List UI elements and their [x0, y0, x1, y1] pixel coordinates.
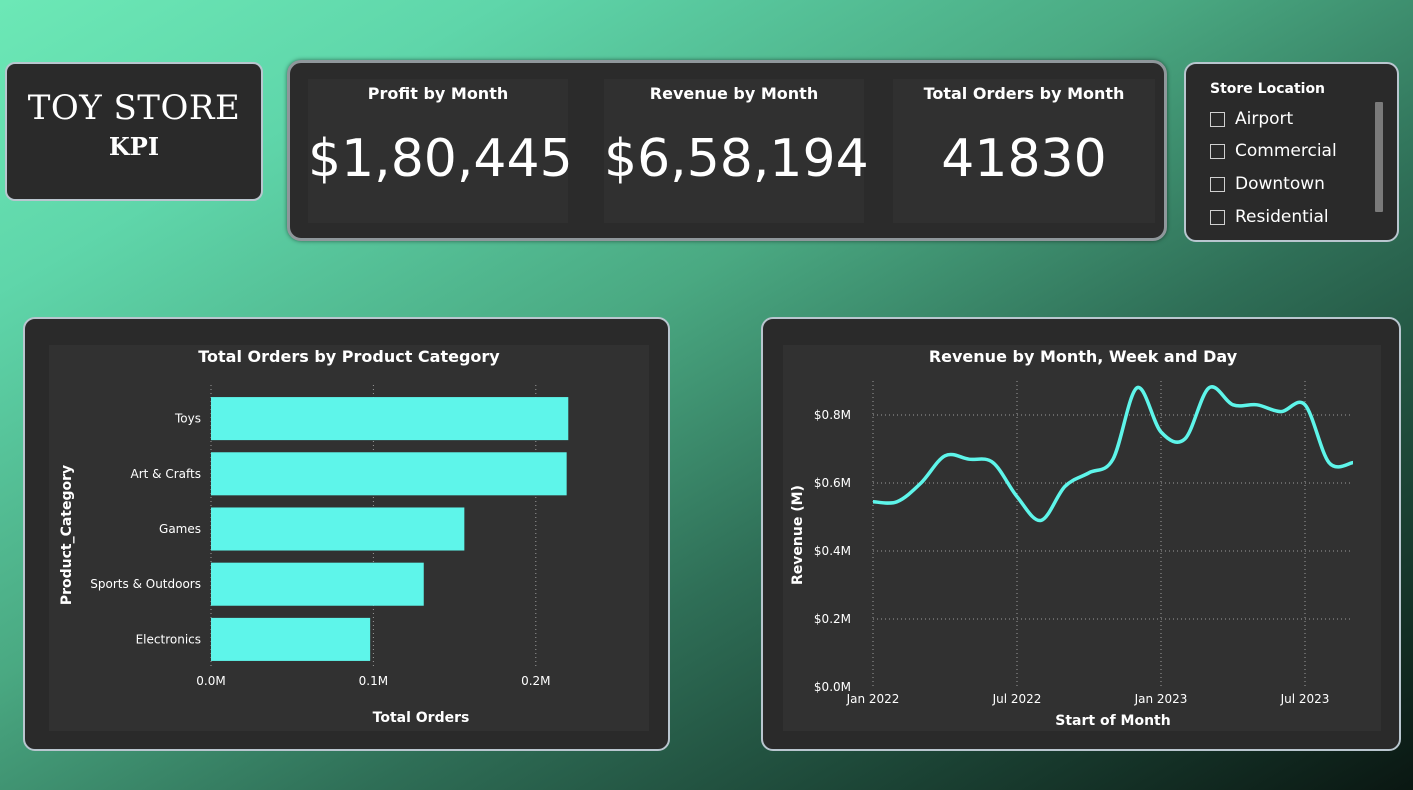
- checkbox[interactable]: [1210, 176, 1225, 192]
- x-tick-label: 0.2M: [521, 674, 550, 688]
- slicer-item-commercial[interactable]: Commercial: [1210, 140, 1337, 162]
- y-tick-label: Games: [159, 522, 201, 536]
- y-tick-label: $0.0M: [814, 680, 851, 694]
- x-tick-label: 0.0M: [196, 674, 225, 688]
- kpi-card-orders[interactable]: Total Orders by Month 41830: [893, 79, 1155, 223]
- slicer-title: Store Location: [1210, 81, 1326, 97]
- orders-by-category-card: Total Orders by Product Category 0.0M 0.1M…: [23, 317, 670, 751]
- kpi-card-profit[interactable]: Profit by Month $1,80,445: [308, 79, 573, 223]
- slicer-item-label: Commercial: [1235, 141, 1337, 161]
- logo-card: TOY STORE KPI: [5, 62, 263, 201]
- checkbox[interactable]: [1210, 111, 1225, 127]
- chart-title: Revenue by Month, Week and Day: [929, 347, 1238, 366]
- series-line[interactable]: [872, 385, 1354, 523]
- slicer-item-residential[interactable]: Residential: [1210, 206, 1329, 228]
- kpi-title: Profit by Month: [367, 84, 509, 103]
- y-tick-label: Sports & Outdoors: [90, 577, 201, 591]
- y-axis-label: Product_Category: [59, 465, 75, 605]
- y-tick-label: $0.4M: [814, 544, 851, 558]
- revenue-over-time-card: Revenue by Month, Week and Day $0.0M $0.2M…: [761, 317, 1401, 751]
- bar-chart[interactable]: Total Orders by Product Category 0.0M 0.1M…: [49, 345, 649, 731]
- x-tick-label: Jul 2022: [992, 692, 1042, 706]
- y-axis-label: Revenue (M): [790, 485, 806, 585]
- checkbox[interactable]: [1210, 143, 1225, 159]
- bar[interactable]: [211, 562, 424, 606]
- kpi-value: $1,80,445: [308, 129, 573, 189]
- kpi-panel: Profit by Month $1,80,445 Revenue by Mon…: [287, 60, 1167, 241]
- line-chart-area: Revenue by Month, Week and Day $0.0M $0.2M…: [783, 345, 1381, 731]
- bar[interactable]: [211, 507, 465, 551]
- store-location-slicer: Store Location Airport Commercial Downto…: [1184, 62, 1399, 242]
- y-tick-label: $0.2M: [814, 612, 851, 626]
- checkbox[interactable]: [1210, 209, 1225, 225]
- y-tick-label: Toys: [174, 412, 201, 426]
- kpi-title: Total Orders by Month: [923, 84, 1125, 103]
- bar[interactable]: [211, 397, 569, 441]
- bar[interactable]: [211, 452, 567, 496]
- slicer-item-label: Downtown: [1235, 174, 1325, 194]
- x-tick-label: Jul 2023: [1280, 692, 1330, 706]
- x-axis-label: Total Orders: [373, 710, 470, 726]
- logo-title: TOY STORE: [27, 88, 241, 128]
- logo-subtitle: KPI: [108, 132, 160, 161]
- x-tick-label: 0.1M: [359, 674, 388, 688]
- kpi-value: $6,58,194: [604, 129, 869, 189]
- slicer-item-label: Airport: [1235, 109, 1294, 129]
- slicer-scrollbar[interactable]: [1375, 102, 1383, 212]
- x-tick-label: Jan 2023: [1134, 692, 1188, 706]
- slicer-item-airport[interactable]: Airport: [1210, 108, 1293, 130]
- y-tick-label: Art & Crafts: [131, 467, 201, 481]
- kpi-card-revenue[interactable]: Revenue by Month $6,58,194: [604, 79, 869, 223]
- y-tick-label: $0.6M: [814, 476, 851, 490]
- slicer-item-downtown[interactable]: Downtown: [1210, 173, 1325, 195]
- bar[interactable]: [211, 617, 371, 661]
- y-tick-label: Electronics: [136, 632, 201, 646]
- line-chart[interactable]: Revenue by Month, Week and Day $0.0M $0.2M…: [783, 345, 1381, 731]
- kpi-value: 41830: [941, 129, 1107, 189]
- chart-title: Total Orders by Product Category: [198, 347, 500, 366]
- slicer-item-label: Residential: [1235, 207, 1329, 227]
- y-tick-label: $0.8M: [814, 408, 851, 422]
- x-axis-label: Start of Month: [1055, 713, 1170, 729]
- bar-chart-area: Total Orders by Product Category 0.0M 0.1M…: [49, 345, 649, 731]
- x-tick-label: Jan 2022: [846, 692, 900, 706]
- kpi-title: Revenue by Month: [649, 84, 819, 103]
